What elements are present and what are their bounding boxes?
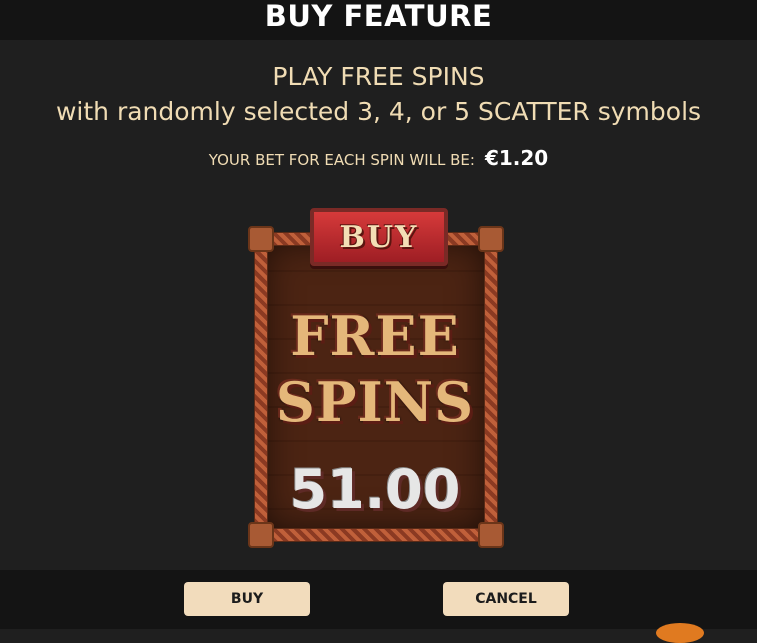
cancel-button[interactable]: CANCEL	[443, 582, 569, 616]
buy-free-spins-panel[interactable]: BUY FREE SPINS 51.00	[248, 208, 504, 548]
buy-sign-label: BUY	[339, 219, 419, 255]
header-bar: BUY FEATURE	[0, 0, 757, 40]
rope-knot-icon	[478, 522, 504, 548]
free-spins-title-line2: SPINS	[275, 370, 475, 434]
buy-sign: BUY	[310, 208, 448, 266]
action-bar: BUY CANCEL	[0, 570, 757, 629]
rope-knot-icon	[478, 226, 504, 252]
bet-info: YOUR BET FOR EACH SPIN WILL BE: €1.20	[0, 146, 757, 170]
feature-price: 51.00	[289, 458, 461, 521]
buy-feature-dialog: PLAY FREE SPINS with randomly selected 3…	[0, 40, 757, 570]
rope-knot-icon	[248, 522, 274, 548]
free-spins-title-line1: FREE	[290, 304, 460, 368]
rope-frame-bottom	[254, 528, 498, 542]
bet-label: YOUR BET FOR EACH SPIN WILL BE:	[208, 151, 475, 169]
feature-headline: PLAY FREE SPINS	[272, 62, 485, 91]
feature-description: with randomly selected 3, 4, or 5 SCATTE…	[55, 97, 702, 126]
corner-orb-icon	[656, 623, 704, 643]
buy-button[interactable]: BUY	[184, 582, 310, 616]
bet-value: €1.20	[484, 146, 549, 170]
rope-knot-icon	[248, 226, 274, 252]
page-title: BUY FEATURE	[264, 0, 493, 33]
